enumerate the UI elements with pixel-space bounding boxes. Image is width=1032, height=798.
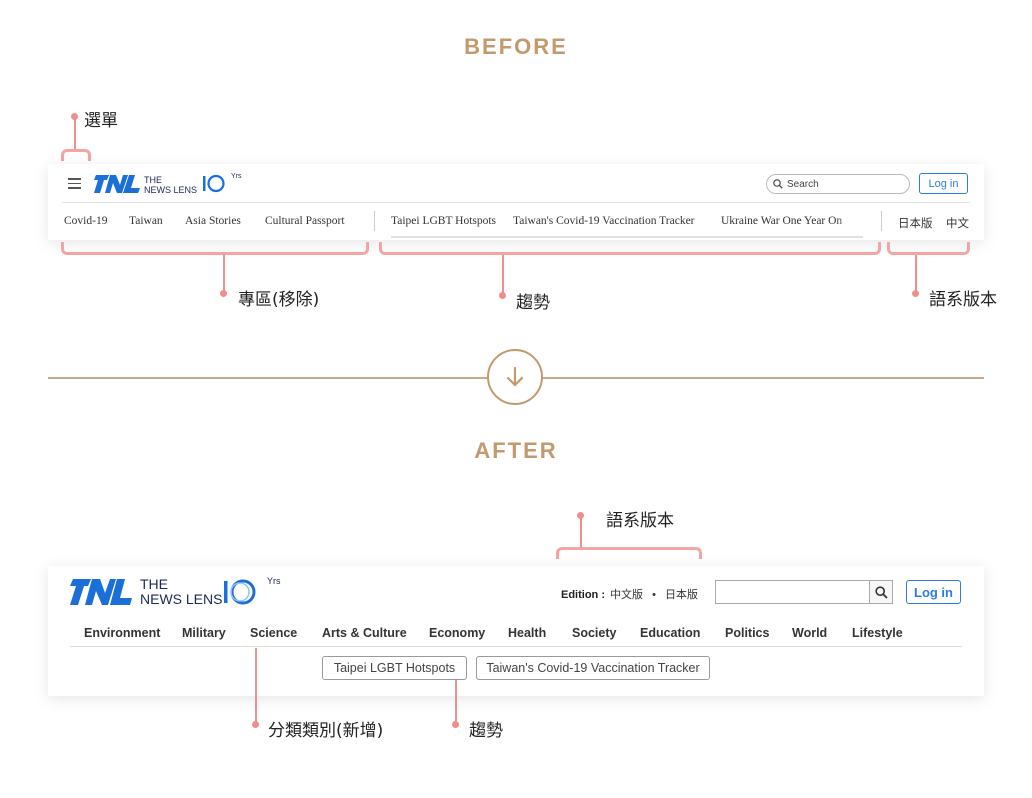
divider: [374, 211, 375, 231]
edition-separator: •: [652, 589, 656, 601]
language-bracket: [887, 242, 970, 255]
after-heading: AFTER: [474, 438, 558, 463]
category-link[interactable]: Lifestyle: [852, 626, 903, 640]
brand-line1: THE: [140, 576, 168, 592]
divider: [70, 646, 962, 647]
trending-link[interactable]: Taipei LGBT Hotspots: [391, 215, 496, 227]
years-badge: Yrs: [267, 576, 281, 586]
edition-chinese-link[interactable]: 中文版: [610, 589, 643, 601]
category-link[interactable]: Education: [640, 626, 700, 640]
column-link[interactable]: Taiwan: [129, 215, 163, 227]
search-icon: [874, 585, 888, 599]
menu-annotation: 選單: [84, 111, 118, 131]
before-header: THE NEWS LENS Yrs Search Log in Covid-19…: [48, 164, 984, 240]
trending-strip: Taipei LGBT Hotspots Taiwan's Covid-19 V…: [391, 208, 863, 236]
before-heading: BEFORE: [464, 34, 568, 59]
divider: [62, 202, 970, 203]
ten-years-icon: [224, 579, 256, 605]
category-link[interactable]: Environment: [84, 626, 160, 640]
language-bracket-after: [556, 547, 702, 559]
tnl-logo-icon[interactable]: [70, 579, 132, 605]
after-header: THE NEWS LENS Yrs Edition : 中文版 • 日本版 Lo…: [48, 566, 984, 696]
language-annotation: 語系版本: [929, 290, 997, 310]
category-link[interactable]: Society: [572, 626, 616, 640]
trending-annotation: 趨勢: [516, 293, 550, 313]
annotation-line: [915, 255, 917, 291]
annotation-line: [255, 648, 257, 723]
login-button[interactable]: Log in: [906, 580, 961, 604]
language-chinese-link[interactable]: 中文: [946, 215, 969, 231]
trending-annotation-after: 趨勢: [469, 721, 503, 741]
brand-line1: THE: [144, 175, 162, 185]
annotation-dot: [912, 290, 919, 297]
category-link[interactable]: Politics: [725, 626, 769, 640]
annotation-line: [502, 255, 504, 293]
trending-link[interactable]: Ukraine War One Year On: [721, 215, 842, 227]
language-annotation-after: 語系版本: [606, 511, 674, 531]
ten-years-icon: [203, 174, 225, 193]
category-link[interactable]: World: [792, 626, 827, 640]
categories-added-annotation: 分類類別(新增): [268, 721, 384, 741]
login-button[interactable]: Log in: [919, 173, 968, 194]
edition-selector: Edition : 中文版 • 日本版: [561, 586, 698, 602]
annotation-dot: [252, 721, 259, 728]
divider: [881, 211, 882, 231]
search-input[interactable]: Search: [766, 174, 910, 194]
columns-removed-annotation: 專區(移除): [238, 290, 320, 310]
annotation-dot: [220, 290, 227, 297]
language-japanese-link[interactable]: 日本版: [898, 215, 933, 231]
annotation-line: [455, 680, 457, 721]
annotation-dot: [499, 292, 506, 299]
arrow-down-icon: [506, 366, 524, 387]
annotation-line: [580, 517, 582, 548]
brand-line2: NEWS LENS: [144, 185, 198, 195]
annotation-dot: [452, 721, 459, 728]
category-link[interactable]: Military: [182, 626, 226, 640]
trending-pill[interactable]: Taiwan's Covid-19 Vaccination Tracker: [476, 656, 710, 680]
hamburger-menu-icon[interactable]: [68, 178, 81, 189]
search-placeholder: Search: [787, 178, 819, 190]
edition-label: Edition :: [561, 589, 605, 601]
search-button[interactable]: [869, 580, 893, 604]
trending-bracket: [379, 242, 881, 255]
search-input[interactable]: [715, 580, 869, 604]
search-icon: [773, 179, 783, 189]
trending-link[interactable]: Taiwan's Covid-19 Vaccination Tracker: [513, 215, 695, 227]
column-link[interactable]: Cultural Passport: [265, 215, 345, 227]
annotation-line: [74, 117, 76, 151]
trending-scrollbar[interactable]: [391, 236, 863, 238]
category-link[interactable]: Science: [250, 626, 297, 640]
category-link[interactable]: Arts & Culture: [322, 626, 407, 640]
years-badge: Yrs: [231, 173, 242, 180]
arrow-circle: [487, 349, 543, 405]
brand-line2: NEWS LENS: [140, 591, 223, 607]
trending-pill[interactable]: Taipei LGBT Hotspots: [322, 656, 467, 680]
edition-japanese-link[interactable]: 日本版: [665, 589, 698, 601]
category-link[interactable]: Economy: [429, 626, 485, 640]
tnl-logo-icon[interactable]: [94, 175, 140, 193]
annotation-line: [223, 255, 225, 291]
category-link[interactable]: Health: [508, 626, 546, 640]
menu-bracket: [61, 149, 91, 161]
columns-bracket: [61, 242, 369, 255]
column-link[interactable]: Asia Stories: [185, 215, 241, 227]
column-link[interactable]: Covid-19: [64, 215, 107, 227]
